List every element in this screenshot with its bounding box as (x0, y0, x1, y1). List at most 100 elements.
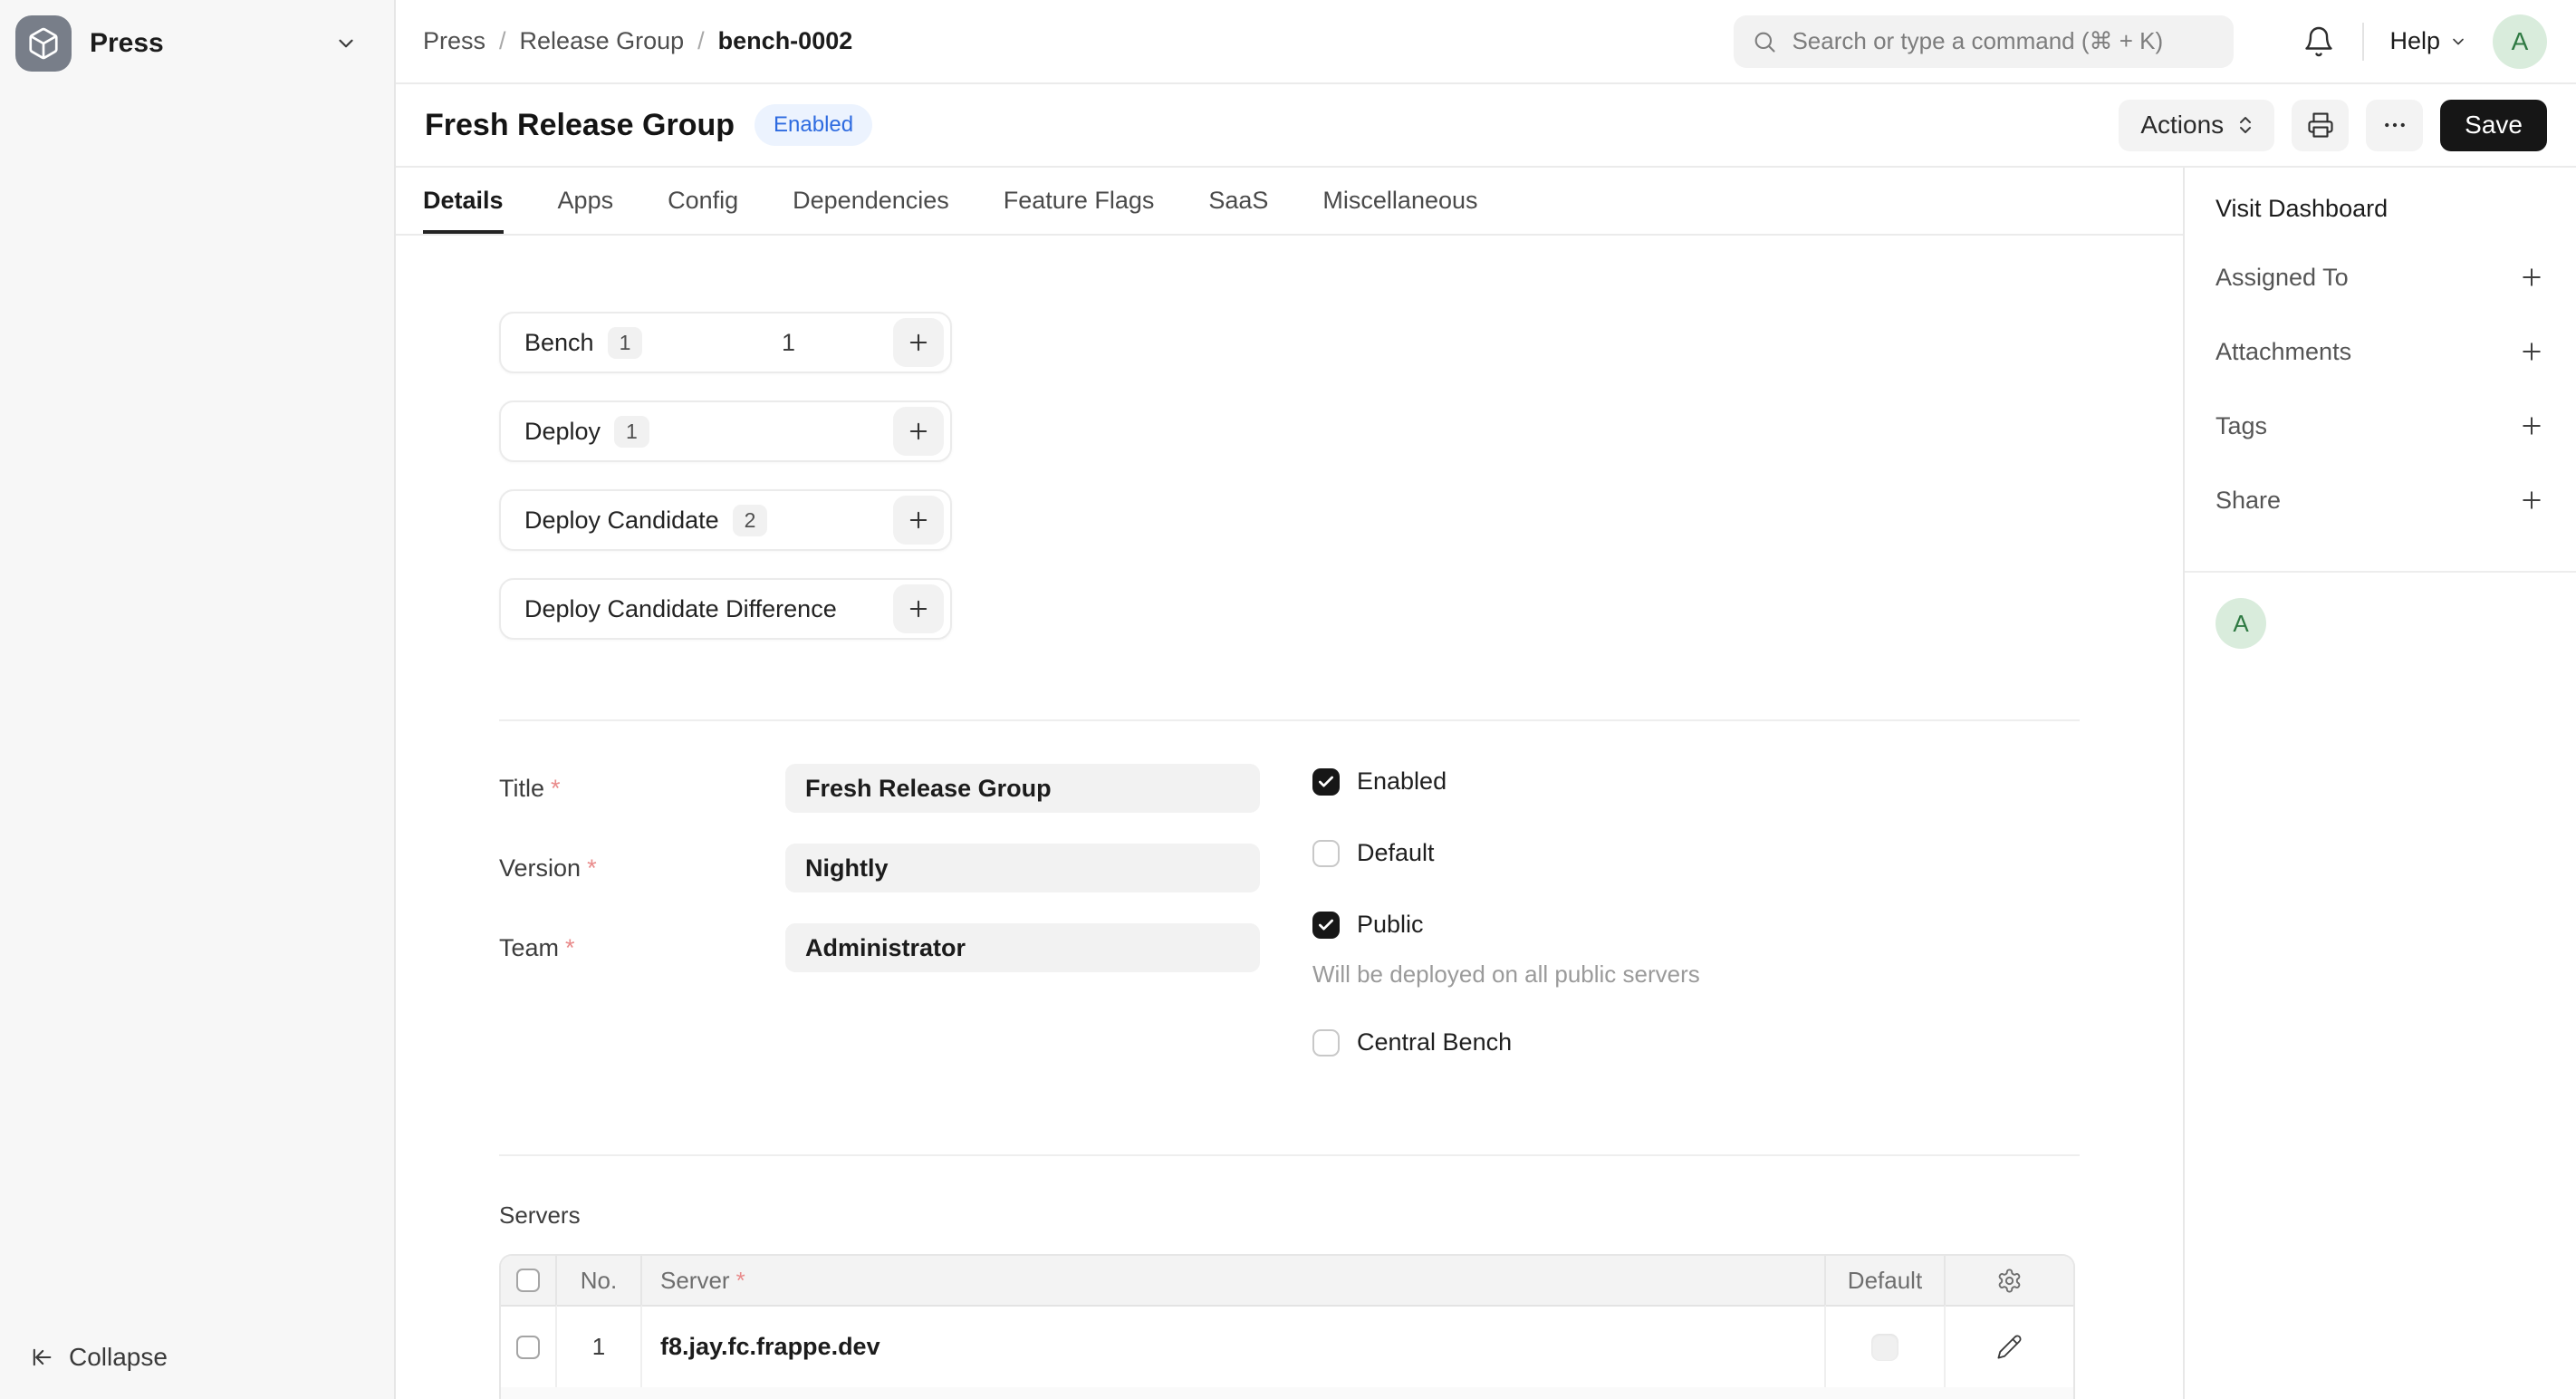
select-all-checkbox[interactable] (516, 1269, 540, 1292)
public-checkbox-row[interactable]: Public (1312, 911, 2080, 939)
central-bench-checkbox[interactable] (1312, 1029, 1340, 1056)
server-name-cell[interactable]: f8.jay.fc.frappe.dev (642, 1305, 1826, 1387)
add-attachment-button[interactable] (2518, 338, 2545, 365)
default-checkbox[interactable] (1312, 840, 1340, 867)
tab-apps[interactable]: Apps (558, 168, 614, 234)
chevron-down-icon (334, 32, 358, 55)
side-panel-items: Assigned To Attachments (2216, 263, 2545, 515)
tab-feature-flags[interactable]: Feature Flags (1004, 168, 1155, 234)
tab-dependencies[interactable]: Dependencies (793, 168, 949, 234)
edit-row-button[interactable] (1996, 1334, 2023, 1360)
required-marker: * (551, 775, 561, 802)
row-select-cell (501, 1305, 557, 1387)
printer-icon (2307, 111, 2334, 139)
main-column: Press / Release Group / bench-0002 Help (396, 0, 2576, 1399)
grid-settings-button[interactable] (1996, 1268, 2023, 1294)
central-bench-checkbox-row[interactable]: Central Bench (1312, 1028, 2080, 1056)
header-default: Default (1826, 1256, 1946, 1305)
page-title: Fresh Release Group (425, 108, 735, 143)
global-search[interactable] (1734, 15, 2234, 68)
app-selector[interactable]: Press (0, 0, 394, 87)
chevron-down-icon (2449, 33, 2467, 51)
notifications-button[interactable] (2302, 25, 2335, 58)
link-card-bench[interactable]: Bench 1 1 (499, 312, 952, 373)
add-assignment-button[interactable] (2518, 264, 2545, 291)
tab-config[interactable]: Config (668, 168, 738, 234)
link-count-badge: 1 (614, 416, 649, 448)
actions-button[interactable]: Actions (2119, 100, 2274, 151)
assigned-to-row: Assigned To (2216, 263, 2545, 292)
visit-dashboard-link[interactable]: Visit Dashboard (2216, 195, 2545, 223)
collapse-sidebar-button[interactable]: Collapse (0, 1343, 394, 1399)
attachments-row: Attachments (2216, 337, 2545, 366)
assigned-to-label: Assigned To (2216, 264, 2349, 292)
add-deploy-candidate-difference-button[interactable] (893, 584, 944, 633)
header-no: No. (557, 1256, 642, 1305)
link-label: Deploy (524, 418, 601, 446)
checkbox-label: Public (1357, 911, 1424, 939)
public-checkbox-description: Will be deployed on all public servers (1312, 960, 2080, 989)
breadcrumb-release-group[interactable]: Release Group (520, 27, 685, 55)
tab-saas[interactable]: SaaS (1208, 168, 1268, 234)
left-sidebar: Press Collapse (0, 0, 396, 1399)
user-avatar[interactable]: A (2493, 14, 2547, 69)
row-select-checkbox[interactable] (516, 1336, 540, 1359)
checkbox-label: Enabled (1357, 767, 1447, 796)
header-settings-cell (1946, 1256, 2073, 1305)
link-card-deploy[interactable]: Deploy 1 (499, 400, 952, 462)
tags-row: Tags (2216, 411, 2545, 440)
public-checkbox[interactable] (1312, 912, 1340, 939)
plus-icon (2518, 487, 2545, 514)
plus-icon (2518, 264, 2545, 291)
field-title: Title* (499, 764, 1260, 813)
search-input[interactable] (1792, 27, 2216, 55)
more-options-button[interactable] (2366, 100, 2423, 151)
attachments-label: Attachments (2216, 338, 2351, 366)
breadcrumb-press[interactable]: Press (423, 27, 485, 55)
link-count-badge: 2 (733, 505, 768, 536)
team-input[interactable] (785, 923, 1260, 972)
save-button[interactable]: Save (2440, 100, 2547, 151)
help-label: Help (2389, 27, 2440, 55)
field-label: Version* (499, 854, 785, 883)
link-card-deploy-candidate-difference[interactable]: Deploy Candidate Difference (499, 578, 952, 640)
header-server: Server* (642, 1256, 1826, 1305)
chevrons-up-down-icon (2235, 114, 2256, 136)
default-checkbox-row[interactable]: Default (1312, 839, 2080, 867)
add-deploy-candidate-button[interactable] (893, 496, 944, 545)
plus-icon (2518, 412, 2545, 439)
enabled-checkbox[interactable] (1312, 768, 1340, 796)
servers-table-header: No. Server* Default (501, 1256, 2073, 1305)
header-select-cell (501, 1256, 557, 1305)
server-row[interactable]: 1 f8.jay.fc.frappe.dev (501, 1305, 2073, 1387)
help-button[interactable]: Help (2389, 27, 2467, 55)
title-row: Fresh Release Group Enabled Actions Save (396, 84, 2576, 168)
edit-cell (1946, 1305, 2073, 1387)
tags-label: Tags (2216, 412, 2267, 440)
required-marker: * (736, 1267, 745, 1295)
plus-icon (906, 596, 931, 622)
details-tab-panel: Bench 1 1 Deploy 1 (396, 236, 2183, 1399)
links-section: Bench 1 1 Deploy 1 (499, 236, 2080, 719)
link-label: Bench (524, 329, 594, 357)
link-card-deploy-candidate[interactable]: Deploy Candidate 2 (499, 489, 952, 551)
collapse-label: Collapse (69, 1343, 168, 1372)
topbar-right: Help A (1734, 14, 2547, 69)
add-bench-button[interactable] (893, 318, 944, 367)
field-version: Version* (499, 844, 1260, 892)
link-label: Deploy Candidate Difference (524, 595, 837, 623)
tab-miscellaneous[interactable]: Miscellaneous (1322, 168, 1477, 234)
field-team: Team* (499, 923, 1260, 972)
topbar-divider (2362, 23, 2364, 61)
add-deploy-button[interactable] (893, 407, 944, 456)
version-input[interactable] (785, 844, 1260, 892)
tab-details[interactable]: Details (423, 168, 504, 234)
share-add-button[interactable] (2518, 487, 2545, 514)
title-input[interactable] (785, 764, 1260, 813)
add-tag-button[interactable] (2518, 412, 2545, 439)
breadcrumb-current: bench-0002 (718, 27, 853, 55)
print-button[interactable] (2292, 100, 2349, 151)
share-row: Share (2216, 486, 2545, 515)
enabled-checkbox-row[interactable]: Enabled (1312, 767, 2080, 796)
plus-icon (906, 507, 931, 533)
